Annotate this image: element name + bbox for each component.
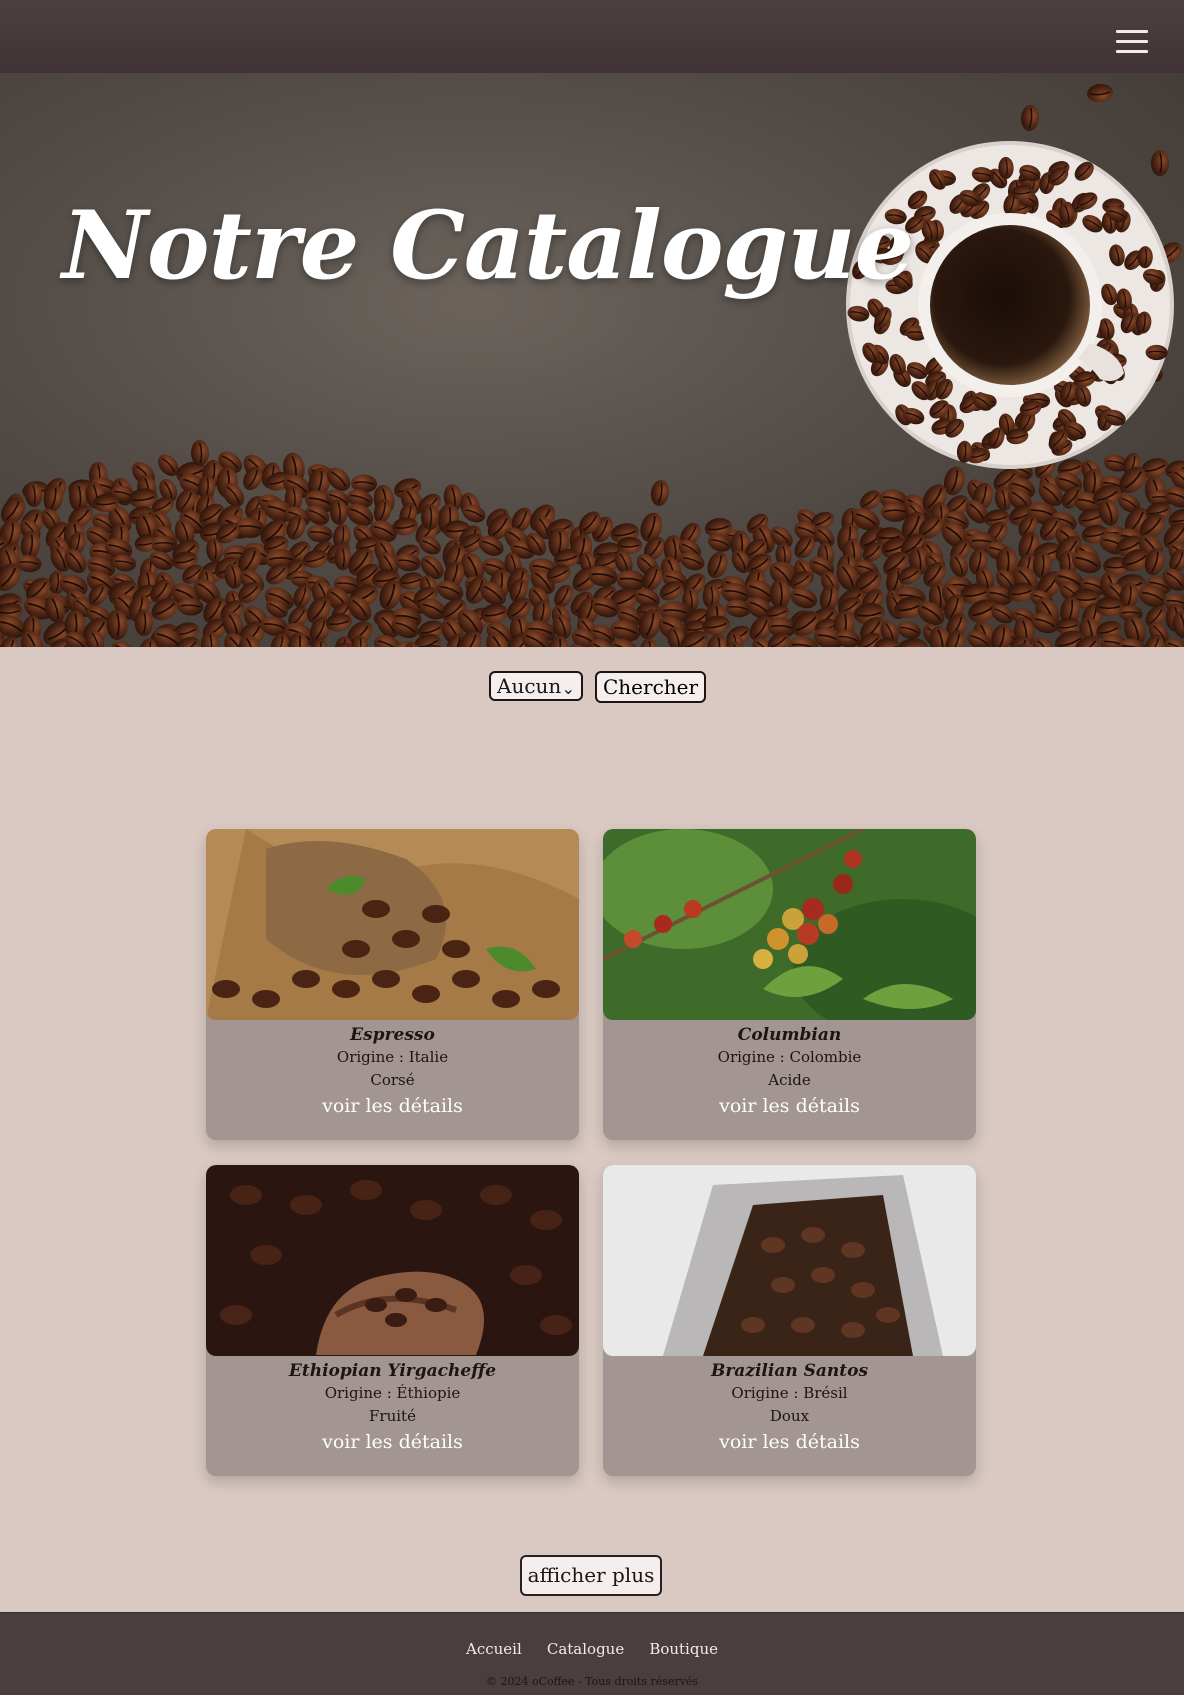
hamburger-menu-icon[interactable]: [1116, 30, 1148, 54]
product-image-columbian: [603, 829, 976, 1020]
filter-bar: Aucun ⌄ Chercher: [489, 671, 706, 703]
product-card-espresso: Espresso Origine : Italie Corsé voir les…: [206, 829, 579, 1140]
product-name: Brazilian Santos: [603, 1360, 976, 1382]
details-link[interactable]: voir les détails: [603, 1092, 976, 1120]
hero-banner: Notre Catalogue: [0, 73, 1184, 647]
details-link[interactable]: voir les détails: [206, 1092, 579, 1120]
footer-link-boutique[interactable]: Boutique: [649, 1640, 718, 1658]
product-image-brazilian-santos: [603, 1165, 976, 1356]
page-title: Notre Catalogue: [62, 191, 913, 301]
product-note: Doux: [603, 1405, 976, 1428]
product-note: Fruité: [206, 1405, 579, 1428]
details-link[interactable]: voir les détails: [206, 1428, 579, 1456]
top-navbar: [0, 0, 1184, 73]
product-card-columbian: Columbian Origine : Colombie Acide voir …: [603, 829, 976, 1140]
select-value: Aucun: [497, 674, 561, 698]
product-origin: Origine : Italie: [206, 1046, 579, 1069]
product-name: Columbian: [603, 1024, 976, 1046]
footer: Accueil Catalogue Boutique © 2024 oCoffe…: [0, 1612, 1184, 1695]
coffee-beans-hero-image: [0, 73, 1184, 647]
sort-select[interactable]: Aucun ⌄: [489, 671, 583, 701]
product-note: Acide: [603, 1069, 976, 1092]
product-image-ethiopian-yirgacheffe: [206, 1165, 579, 1356]
copyright: © 2024 oCoffee - Tous droits réservés: [0, 1675, 1184, 1688]
show-more-button[interactable]: afficher plus: [520, 1555, 662, 1596]
footer-nav: Accueil Catalogue Boutique: [0, 1639, 1184, 1658]
details-link[interactable]: voir les détails: [603, 1428, 976, 1456]
product-image-espresso: [206, 829, 579, 1020]
product-note: Corsé: [206, 1069, 579, 1092]
product-card-ethiopian-yirgacheffe: Ethiopian Yirgacheffe Origine : Éthiopie…: [206, 1165, 579, 1476]
product-origin: Origine : Colombie: [603, 1046, 976, 1069]
search-button[interactable]: Chercher: [595, 671, 706, 703]
product-name: Ethiopian Yirgacheffe: [206, 1360, 579, 1382]
product-origin: Origine : Brésil: [603, 1382, 976, 1405]
footer-link-accueil[interactable]: Accueil: [466, 1640, 522, 1658]
product-name: Espresso: [206, 1024, 579, 1046]
product-origin: Origine : Éthiopie: [206, 1382, 579, 1405]
product-card-brazilian-santos: Brazilian Santos Origine : Brésil Doux v…: [603, 1165, 976, 1476]
chevron-down-icon: ⌄: [562, 676, 575, 702]
footer-link-catalogue[interactable]: Catalogue: [547, 1640, 624, 1658]
